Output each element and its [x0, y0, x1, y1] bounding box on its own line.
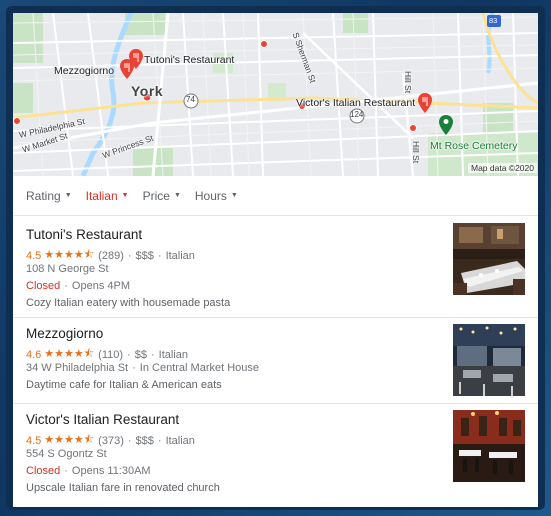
caret-down-icon: ▼ [173, 192, 181, 199]
result-item[interactable]: Victor's Italian Restaurant 4.5 ★★★★⯪ (3… [13, 404, 538, 507]
status-closed: Closed [26, 280, 61, 292]
category: Italian [165, 249, 195, 262]
price-level: $$ [134, 348, 147, 361]
opening-hours: Opens 11:30AM [71, 465, 151, 477]
result-photo[interactable] [453, 324, 525, 396]
filter-cuisine[interactable]: Italian ▼ [86, 189, 129, 203]
map-credit: Map data ©2020 [468, 163, 537, 173]
result-description: Upscale Italian fare in renovated church [26, 482, 220, 494]
separator: · [64, 465, 68, 477]
map-label-mezzogiorno[interactable]: Mezzogiorno [54, 65, 114, 77]
result-hours-line: Closed · Opens 4PM [26, 280, 130, 292]
map-pin-icon[interactable] [418, 93, 432, 113]
map-label-city: York [131, 83, 164, 99]
route-shield: 124 [350, 110, 364, 119]
caret-down-icon: ▼ [64, 192, 72, 199]
review-count: (289) [98, 249, 124, 262]
price-level: $$$ [135, 434, 154, 447]
result-item[interactable]: Mezzogiorno 4.6 ★★★★⯪ (110) · $$ · Itali… [13, 318, 538, 404]
result-photo[interactable] [453, 223, 525, 295]
review-count: (110) [98, 348, 124, 361]
status-closed: Closed [26, 465, 61, 477]
cemetery-pin-icon[interactable] [439, 115, 453, 135]
caret-down-icon: ▼ [121, 192, 129, 199]
result-description: Daytime cafe for Italian & American eats [26, 379, 222, 391]
result-photo[interactable] [453, 410, 525, 482]
caret-down-icon: ▼ [230, 192, 238, 199]
filter-hours[interactable]: Hours ▼ [195, 189, 238, 203]
map-label-street: Hill St [403, 71, 413, 94]
route-shield: 83 [489, 16, 498, 25]
filter-label: Italian [85, 188, 118, 203]
map-label-street: Hill St [411, 141, 421, 164]
filter-label: Hours [194, 188, 227, 203]
separator: · [132, 362, 136, 374]
result-item[interactable]: Tutoni's Restaurant 4.5 ★★★★⯪ (289) · $$… [13, 217, 538, 318]
filter-label: Price [142, 188, 170, 203]
category: Italian [165, 434, 195, 447]
result-name[interactable]: Mezzogiorno [26, 326, 103, 341]
rating-value: 4.5 [26, 249, 42, 262]
result-address: 554 S Ogontz St [26, 448, 107, 460]
local-results-card: Tutoni's Restaurant Mezzogiorno Victor's… [13, 13, 538, 507]
separator: · [157, 249, 162, 262]
result-description: Cozy Italian eatery with housemade pasta [26, 297, 231, 309]
separator: · [150, 348, 155, 361]
separator: · [127, 434, 132, 447]
result-hours-line: Closed · Opens 11:30AM [26, 465, 151, 477]
rating-value: 4.5 [26, 434, 42, 447]
result-name[interactable]: Victor's Italian Restaurant [26, 412, 179, 427]
filter-rating[interactable]: Rating ▼ [26, 189, 72, 203]
map-label-tutoni[interactable]: Tutoni's Restaurant [144, 54, 234, 66]
map-label-victors[interactable]: Victor's Italian Restaurant [296, 97, 415, 109]
separator: · [127, 249, 132, 262]
route-shield: 74 [186, 95, 195, 104]
category: Italian [158, 348, 188, 361]
result-name[interactable]: Tutoni's Restaurant [26, 227, 142, 242]
result-address: 34 W Philadelphia St [26, 362, 129, 374]
map-label-cemetery[interactable]: Mt Rose Cemetery [430, 140, 518, 152]
separator: · [64, 280, 68, 292]
rating-value: 4.6 [26, 348, 42, 361]
filter-label: Rating [26, 188, 61, 203]
price-level: $$$ [135, 249, 154, 262]
review-count: (373) [98, 434, 124, 447]
results-map[interactable]: Tutoni's Restaurant Mezzogiorno Victor's… [13, 13, 538, 176]
result-address: 108 N George St [26, 263, 109, 275]
filter-bar: Rating ▼ Italian ▼ Price ▼ Hours ▼ [13, 176, 538, 216]
separator: · [157, 434, 162, 447]
filter-price[interactable]: Price ▼ [143, 189, 181, 203]
result-address-extra: In Central Market House [139, 362, 260, 374]
map-pin-icon[interactable] [120, 59, 134, 79]
result-address-line: 34 W Philadelphia St · In Central Market… [26, 362, 259, 374]
separator: · [127, 348, 131, 361]
opening-hours: Opens 4PM [71, 280, 131, 292]
